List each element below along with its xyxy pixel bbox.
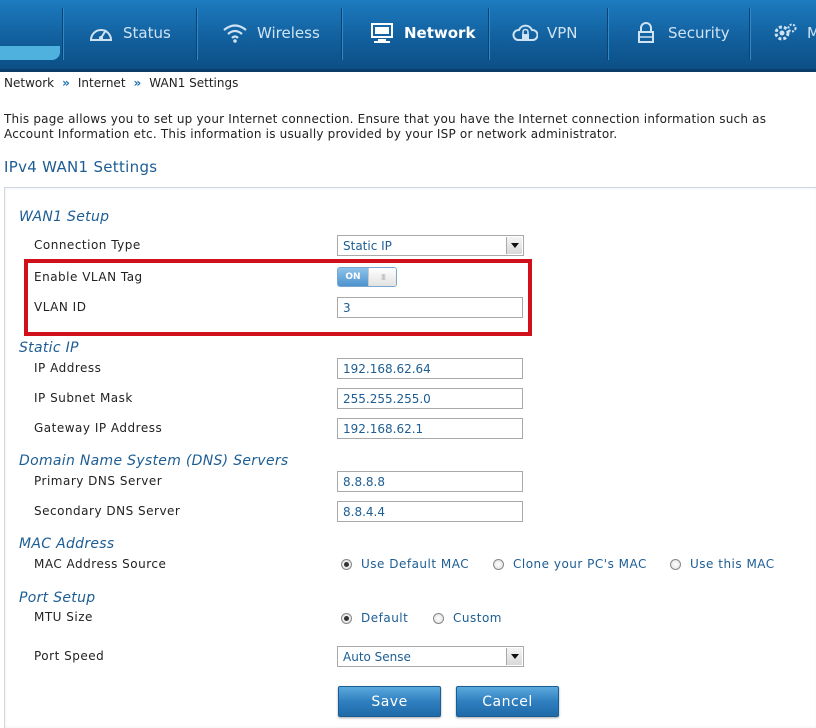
vlan-id-input[interactable] [337,297,523,318]
radio-checked-icon [341,612,352,624]
radio-mtu-custom[interactable]: Custom [433,611,502,625]
radio-unchecked-icon [433,612,444,624]
breadcrumb-separator: » [62,76,70,90]
chevron-down-icon [506,237,522,254]
description-line: Account Information etc. This informatio… [4,127,618,141]
dashboard-icon [88,22,114,44]
radio-unchecked-icon [493,558,504,570]
wifi-icon [222,22,248,44]
breadcrumb-internet[interactable]: Internet [78,76,126,90]
nav-item-label: M [807,24,816,42]
subnet-mask-label: IP Subnet Mask [34,391,133,405]
chevron-down-icon [506,648,522,665]
radio-label: Custom [453,611,502,625]
nav-item-label: Security [668,24,730,42]
nav-item-security[interactable]: Security [607,0,749,66]
page-title: IPv4 WAN1 Settings [4,158,158,176]
gateway-label: Gateway IP Address [34,421,163,435]
gears-icon [772,22,798,44]
radio-label: Use Default MAC [361,557,470,571]
enable-vlan-label: Enable VLAN Tag [34,270,143,284]
subnet-mask-input[interactable] [337,388,523,409]
port-speed-value: Auto Sense [343,650,411,664]
breadcrumb-separator: » [133,76,142,90]
cancel-button[interactable]: Cancel [456,686,559,717]
nav-accent-tab [0,46,60,60]
monitor-icon [369,22,395,44]
save-button[interactable]: Save [338,686,441,717]
radio-label: Default [361,611,409,625]
top-nav-bar: Status Wireless Network VPN Security M [0,0,816,72]
radio-use-this-mac[interactable]: Use this MAC [670,557,775,571]
mtu-size-label: MTU Size [34,610,93,624]
ip-address-input[interactable] [337,358,523,379]
secondary-dns-label: Secondary DNS Server [34,504,181,518]
toggle-on-label: ON [338,268,368,286]
connection-type-label: Connection Type [34,238,141,252]
breadcrumb: Network » Internet » WAN1 Settings [4,76,244,90]
nav-item-status[interactable]: Status [62,0,202,66]
nav-item-label: Status [123,24,171,42]
padlock-icon [633,22,659,44]
mac-address-title: MAC Address [19,536,115,552]
radio-unchecked-icon [670,558,681,570]
vlan-tag-toggle[interactable]: ON III [337,267,397,287]
nav-item-wireless[interactable]: Wireless [196,0,341,66]
nav-divider [341,8,342,60]
static-ip-title: Static IP [19,340,79,356]
gateway-input[interactable] [337,418,523,439]
port-speed-select[interactable]: Auto Sense [337,646,524,667]
radio-checked-icon [341,558,352,570]
secondary-dns-input[interactable] [337,501,523,522]
nav-item-maintenance[interactable]: M [746,0,816,66]
port-speed-label: Port Speed [34,649,105,663]
toggle-knob: III [368,268,396,286]
radio-label: Use this MAC [690,557,775,571]
nav-item-vpn[interactable]: VPN [486,0,606,66]
primary-dns-input[interactable] [337,471,523,492]
nav-item-label: VPN [547,24,578,42]
radio-clone-pc-mac[interactable]: Clone your PC's MAC [493,557,647,571]
wan1-setup-title: WAN1 Setup [19,209,110,225]
port-setup-title: Port Setup [19,590,96,606]
radio-label: Clone your PC's MAC [513,557,647,571]
connection-type-select[interactable]: Static IP [337,235,524,256]
ip-address-label: IP Address [34,361,102,375]
radio-mtu-default[interactable]: Default [341,611,408,625]
connection-type-value: Static IP [343,239,392,253]
radio-use-default-mac[interactable]: Use Default MAC [341,557,469,571]
dns-title: Domain Name System (DNS) Servers [19,453,289,469]
cloud-lock-icon [512,22,539,44]
description-line: This page allows you to set up your Inte… [4,112,767,126]
breadcrumb-current: WAN1 Settings [149,76,239,90]
nav-item-label: Network [404,24,476,42]
primary-dns-label: Primary DNS Server [34,474,163,488]
nav-item-label: Wireless [257,24,320,42]
vlan-id-label: VLAN ID [34,300,87,314]
mac-source-label: MAC Address Source [34,557,167,571]
page-description: This page allows you to set up your Inte… [4,112,816,142]
breadcrumb-network[interactable]: Network [4,76,54,90]
nav-item-network[interactable]: Network [343,0,488,66]
